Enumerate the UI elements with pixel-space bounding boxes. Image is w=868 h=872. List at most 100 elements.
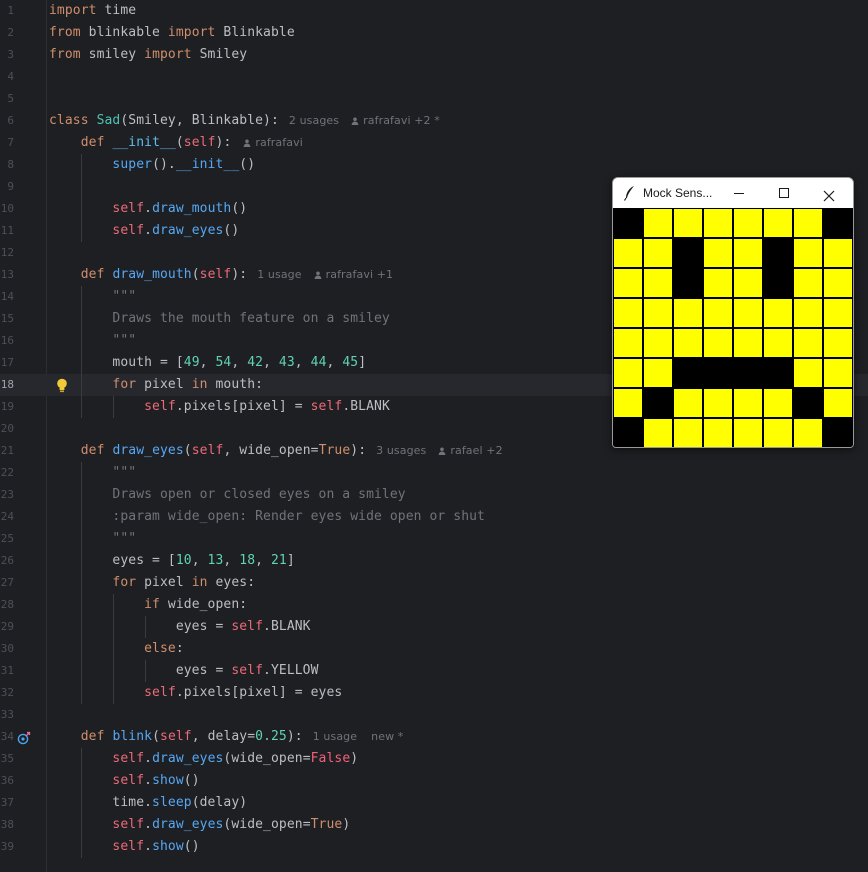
code-line[interactable]: 24 :param wide_open: Render eyes wide op…	[0, 506, 868, 528]
code-line[interactable]: 33	[0, 704, 868, 726]
code-token: (	[152, 729, 161, 744]
code-text[interactable]: time.sleep(delay)	[49, 792, 247, 814]
code-text[interactable]: super().__init__()	[49, 154, 255, 176]
code-text[interactable]: eyes = [10, 13, 18, 21]	[49, 550, 295, 572]
code-line[interactable]: 4	[0, 66, 868, 88]
code-line[interactable]: 22 """	[0, 462, 868, 484]
code-text[interactable]: """	[49, 286, 136, 308]
code-token: self	[160, 729, 192, 744]
code-token: Draws open or closed eyes on a smiley	[112, 487, 406, 502]
code-text[interactable]: eyes = self.YELLOW	[49, 660, 319, 682]
usages-hint[interactable]: 3 usages	[376, 444, 426, 457]
code-line[interactable]: 25 """	[0, 528, 868, 550]
code-line[interactable]: 39 self.show()	[0, 836, 868, 858]
code-token: (	[191, 267, 200, 282]
code-text[interactable]: def __init__(self): rafrafavi	[49, 132, 303, 154]
code-token: ,	[231, 355, 248, 370]
code-line[interactable]: 23 Draws open or closed eyes on a smiley	[0, 484, 868, 506]
code-text[interactable]: self.draw_eyes(wide_open=False)	[49, 748, 358, 770]
code-line[interactable]: 2 from blinkable import Blinkable	[0, 22, 868, 44]
author-hint[interactable]: rafrafavi +1	[326, 268, 394, 281]
code-text[interactable]: self.pixels[pixel] = eyes	[49, 682, 342, 704]
window-titlebar[interactable]: Mock Sens...	[613, 178, 853, 208]
code-line[interactable]: 37 time.sleep(delay)	[0, 792, 868, 814]
code-line[interactable]: 31 eyes = self.YELLOW	[0, 660, 868, 682]
led-pixel	[703, 298, 733, 328]
code-line[interactable]: 26 eyes = [10, 13, 18, 21]	[0, 550, 868, 572]
code-text[interactable]: self.draw_eyes()	[49, 220, 239, 242]
code-text[interactable]: self.show()	[49, 770, 200, 792]
code-line[interactable]: 30 else:	[0, 638, 868, 660]
author-hint[interactable]: rafael +2	[450, 444, 502, 457]
usages-hint[interactable]: 1 usage	[257, 268, 301, 281]
author-hint[interactable]: rafrafavi	[255, 136, 302, 149]
indent-guide	[113, 396, 114, 418]
code-text[interactable]: """	[49, 528, 136, 550]
code-token: ()	[183, 839, 200, 854]
code-text[interactable]: """	[49, 330, 136, 352]
code-text[interactable]: else:	[49, 638, 184, 660]
minimize-button[interactable]	[717, 178, 761, 208]
lightbulb-icon[interactable]	[56, 378, 68, 393]
code-line[interactable]: 28 if wide_open:	[0, 594, 868, 616]
code-text[interactable]: self.draw_mouth()	[49, 198, 247, 220]
code-text[interactable]: Draws open or closed eyes on a smiley	[49, 484, 406, 506]
code-line[interactable]: 38 self.draw_eyes(wide_open=True)	[0, 814, 868, 836]
code-line[interactable]: 8 super().__init__()	[0, 154, 868, 176]
code-line[interactable]: 34 def blink(self, delay=0.25): 1 usage ne…	[0, 726, 868, 748]
usages-hint[interactable]: 1 usage	[313, 730, 357, 743]
maximize-button[interactable]	[762, 178, 806, 208]
code-text[interactable]: self.pixels[pixel] = self.BLANK	[49, 396, 390, 418]
led-pixel	[673, 388, 703, 418]
code-text[interactable]: mouth = [49, 54, 42, 43, 44, 45]	[49, 352, 366, 374]
code-token: eyes = [	[49, 553, 176, 568]
person-icon	[438, 441, 446, 455]
code-line[interactable]: 1 import time	[0, 0, 868, 22]
code-text[interactable]: from blinkable import Blinkable	[49, 22, 295, 44]
code-text[interactable]: :param wide_open: Render eyes wide open …	[49, 506, 485, 528]
usages-hint[interactable]: 2 usages	[289, 114, 339, 127]
code-token: smiley	[80, 47, 145, 62]
code-token: Smiley	[191, 47, 248, 62]
code-text[interactable]: import time	[49, 0, 136, 22]
led-pixel	[673, 208, 703, 238]
run-target-icon[interactable]	[17, 730, 31, 745]
author-hint[interactable]: rafrafavi +2 *	[363, 114, 440, 127]
code-text[interactable]: if wide_open:	[49, 594, 247, 616]
led-pixel	[793, 358, 823, 388]
code-text[interactable]: self.show()	[49, 836, 200, 858]
code-text[interactable]: def draw_eyes(self, wide_open=True): 3 us…	[49, 440, 503, 462]
code-line[interactable]: 36 self.show()	[0, 770, 868, 792]
code-line[interactable]: 29 eyes = self.BLANK	[0, 616, 868, 638]
led-pixel	[733, 328, 763, 358]
code-line[interactable]: 32 self.pixels[pixel] = eyes	[0, 682, 868, 704]
close-button[interactable]	[807, 178, 851, 208]
code-token: )	[350, 751, 359, 766]
code-text[interactable]: Draws the mouth feature on a smiley	[49, 308, 390, 330]
line-number: 6	[7, 114, 14, 127]
line-number: 26	[0, 554, 14, 567]
code-text[interactable]: """	[49, 462, 136, 484]
code-text[interactable]: self.draw_eyes(wide_open=True)	[49, 814, 350, 836]
code-line[interactable]: 6 class Sad(Smiley, Blinkable): 2 usages ra…	[0, 110, 868, 132]
code-line[interactable]: 3 from smiley import Smiley	[0, 44, 868, 66]
code-line[interactable]: 35 self.draw_eyes(wide_open=False)	[0, 748, 868, 770]
code-line[interactable]: 27 for pixel in eyes:	[0, 572, 868, 594]
code-text[interactable]: from smiley import Smiley	[49, 44, 247, 66]
led-pixel	[673, 298, 703, 328]
code-text[interactable]: eyes = self.BLANK	[49, 616, 311, 638]
led-pixel	[643, 238, 673, 268]
code-line[interactable]: 7 def __init__(self): rafrafavi	[0, 132, 868, 154]
code-token: False	[310, 751, 351, 766]
code-token: from	[49, 25, 81, 40]
code-text[interactable]: for pixel in eyes:	[49, 572, 255, 594]
code-line[interactable]: 5	[0, 88, 868, 110]
code-text[interactable]: def blink(self, delay=0.25): 1 usage new *	[49, 726, 404, 748]
code-text[interactable]: def draw_mouth(self): 1 usage rafrafavi +1	[49, 264, 393, 286]
mock-sensor-window[interactable]: Mock Sens...	[612, 177, 854, 448]
code-text[interactable]: class Sad(Smiley, Blinkable): 2 usages raf…	[49, 110, 440, 132]
author-hint[interactable]: new *	[371, 730, 403, 743]
code-token: ()	[239, 157, 256, 172]
code-token: mouth = [	[49, 355, 184, 370]
